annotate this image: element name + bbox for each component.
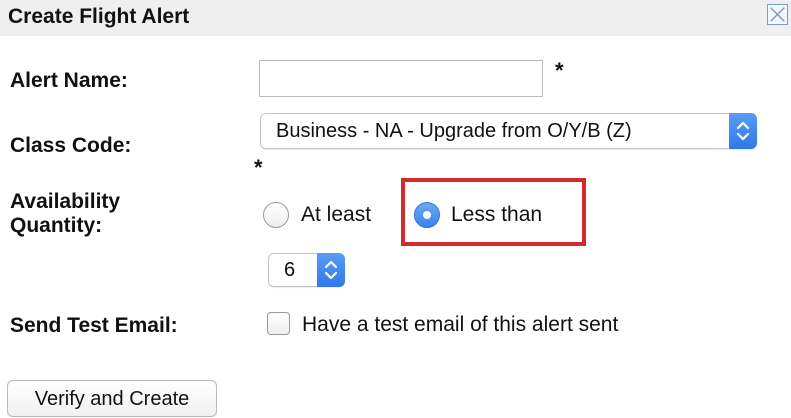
select-chevron-up-down-icon (729, 113, 757, 149)
quantity-selected-value: 6 (284, 259, 296, 281)
class-code-selected-value: Business - NA - Upgrade from O/Y/B (Z) (276, 120, 632, 142)
create-flight-alert-dialog: Create Flight Alert Alert Name: * Class … (0, 0, 791, 418)
radio-at-least[interactable] (263, 202, 289, 228)
quantity-select[interactable]: 6 (268, 253, 345, 287)
send-test-email-label: Send Test Email: (10, 314, 178, 337)
availability-quantity-label: Availability Quantity: (10, 190, 210, 238)
dialog-titlebar: Create Flight Alert (0, 0, 791, 36)
availability-label-line1: Availability (10, 190, 121, 213)
test-email-checkbox[interactable] (267, 312, 290, 335)
highlight-box (401, 178, 586, 246)
close-x-glyph (770, 7, 785, 22)
class-code-select[interactable]: Business - NA - Upgrade from O/Y/B (Z) (260, 113, 757, 149)
alert-name-label: Alert Name: (10, 69, 128, 92)
required-marker-alert-name: * (555, 58, 564, 83)
alert-name-input[interactable] (259, 60, 543, 97)
dialog-title: Create Flight Alert (8, 5, 190, 28)
select-chevron-up-down-icon (317, 253, 345, 287)
availability-label-line2: Quantity: (10, 214, 103, 237)
radio-at-least-label[interactable]: At least (301, 202, 371, 228)
close-box-icon[interactable] (767, 4, 788, 25)
required-marker-class-code: * (254, 155, 263, 180)
verify-and-create-button[interactable]: Verify and Create (7, 380, 217, 417)
test-email-checkbox-label[interactable]: Have a test email of this alert sent (302, 312, 618, 338)
class-code-label: Class Code: (10, 134, 132, 157)
